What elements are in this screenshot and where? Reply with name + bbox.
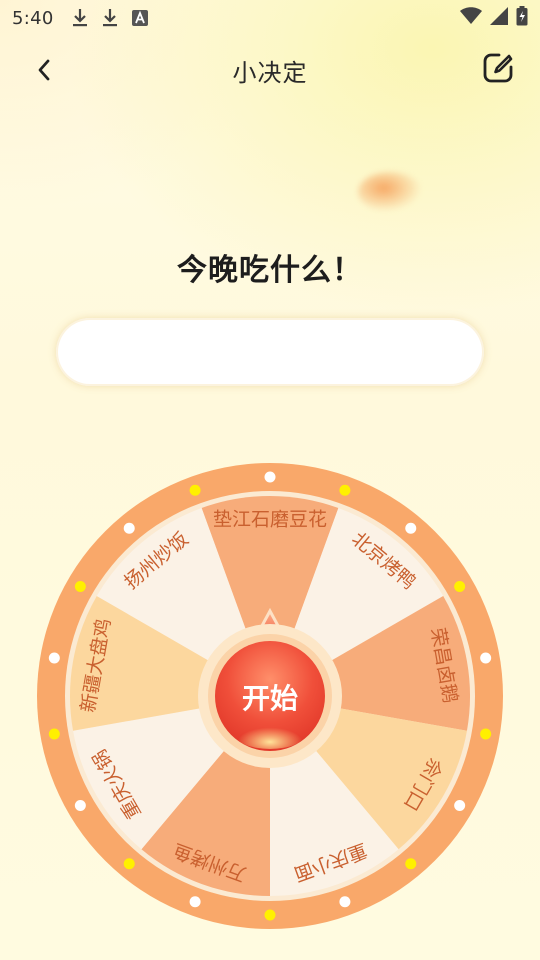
back-button[interactable] xyxy=(26,54,62,90)
chevron-left-icon xyxy=(35,58,53,86)
status-time: 5:40 xyxy=(12,7,54,29)
rim-light-dot xyxy=(74,800,86,811)
decorative-blob xyxy=(358,172,422,212)
rim-light-dot xyxy=(264,909,276,921)
rim-light-dot xyxy=(480,728,492,740)
start-button-highlight xyxy=(234,717,306,749)
battery-charging-icon xyxy=(516,5,528,31)
rim-light-dot xyxy=(339,896,351,908)
question-title: 今晚吃什么！ xyxy=(177,253,363,288)
signal-icon xyxy=(490,6,508,30)
rim-light-dot xyxy=(48,652,60,664)
rim-light-dot xyxy=(48,728,60,740)
download-icon xyxy=(102,8,118,28)
rim-light-dot xyxy=(123,858,135,870)
app-bar: 小决定 xyxy=(0,40,540,100)
rim-light-dot xyxy=(264,471,276,483)
status-bar: 5:40 xyxy=(0,0,540,36)
answer-field[interactable] xyxy=(56,318,484,386)
rim-light-dot xyxy=(123,522,135,534)
rim-light-dot xyxy=(189,484,201,496)
page-title: 小决定 xyxy=(232,58,308,87)
rim-light-dot xyxy=(74,581,86,592)
rim-light-dot xyxy=(480,652,492,664)
rim-light-dot xyxy=(339,484,351,496)
edit-button[interactable] xyxy=(478,50,518,90)
rim-light-dot xyxy=(454,581,466,592)
font-a-icon xyxy=(131,10,148,26)
edit-square-icon xyxy=(482,52,514,88)
start-button-label: 开始 xyxy=(242,682,298,715)
rim-light-dot xyxy=(405,858,417,870)
wheel-graphic: 垫江石磨豆花北京烤鸭荣昌卤鹅佘门口重庆小面万州烤鱼重庆火锅新疆大盘鸡扬州炒饭 开… xyxy=(37,463,503,929)
download-icon xyxy=(72,8,88,28)
wheel-segment-label: 垫江石磨豆花 xyxy=(213,509,327,531)
rim-light-dot xyxy=(189,896,201,908)
rim-light-dot xyxy=(405,522,417,534)
rim-light-dot xyxy=(454,800,466,811)
spin-wheel[interactable]: 垫江石磨豆花 北京烤鸭 荣昌卤鹅 佘门口 重庆小面 万州烤鱼 重庆火锅 新疆大盘鸡 扬州炒饭 开… xyxy=(37,463,503,929)
status-right xyxy=(460,5,528,31)
wifi-icon xyxy=(460,6,482,30)
